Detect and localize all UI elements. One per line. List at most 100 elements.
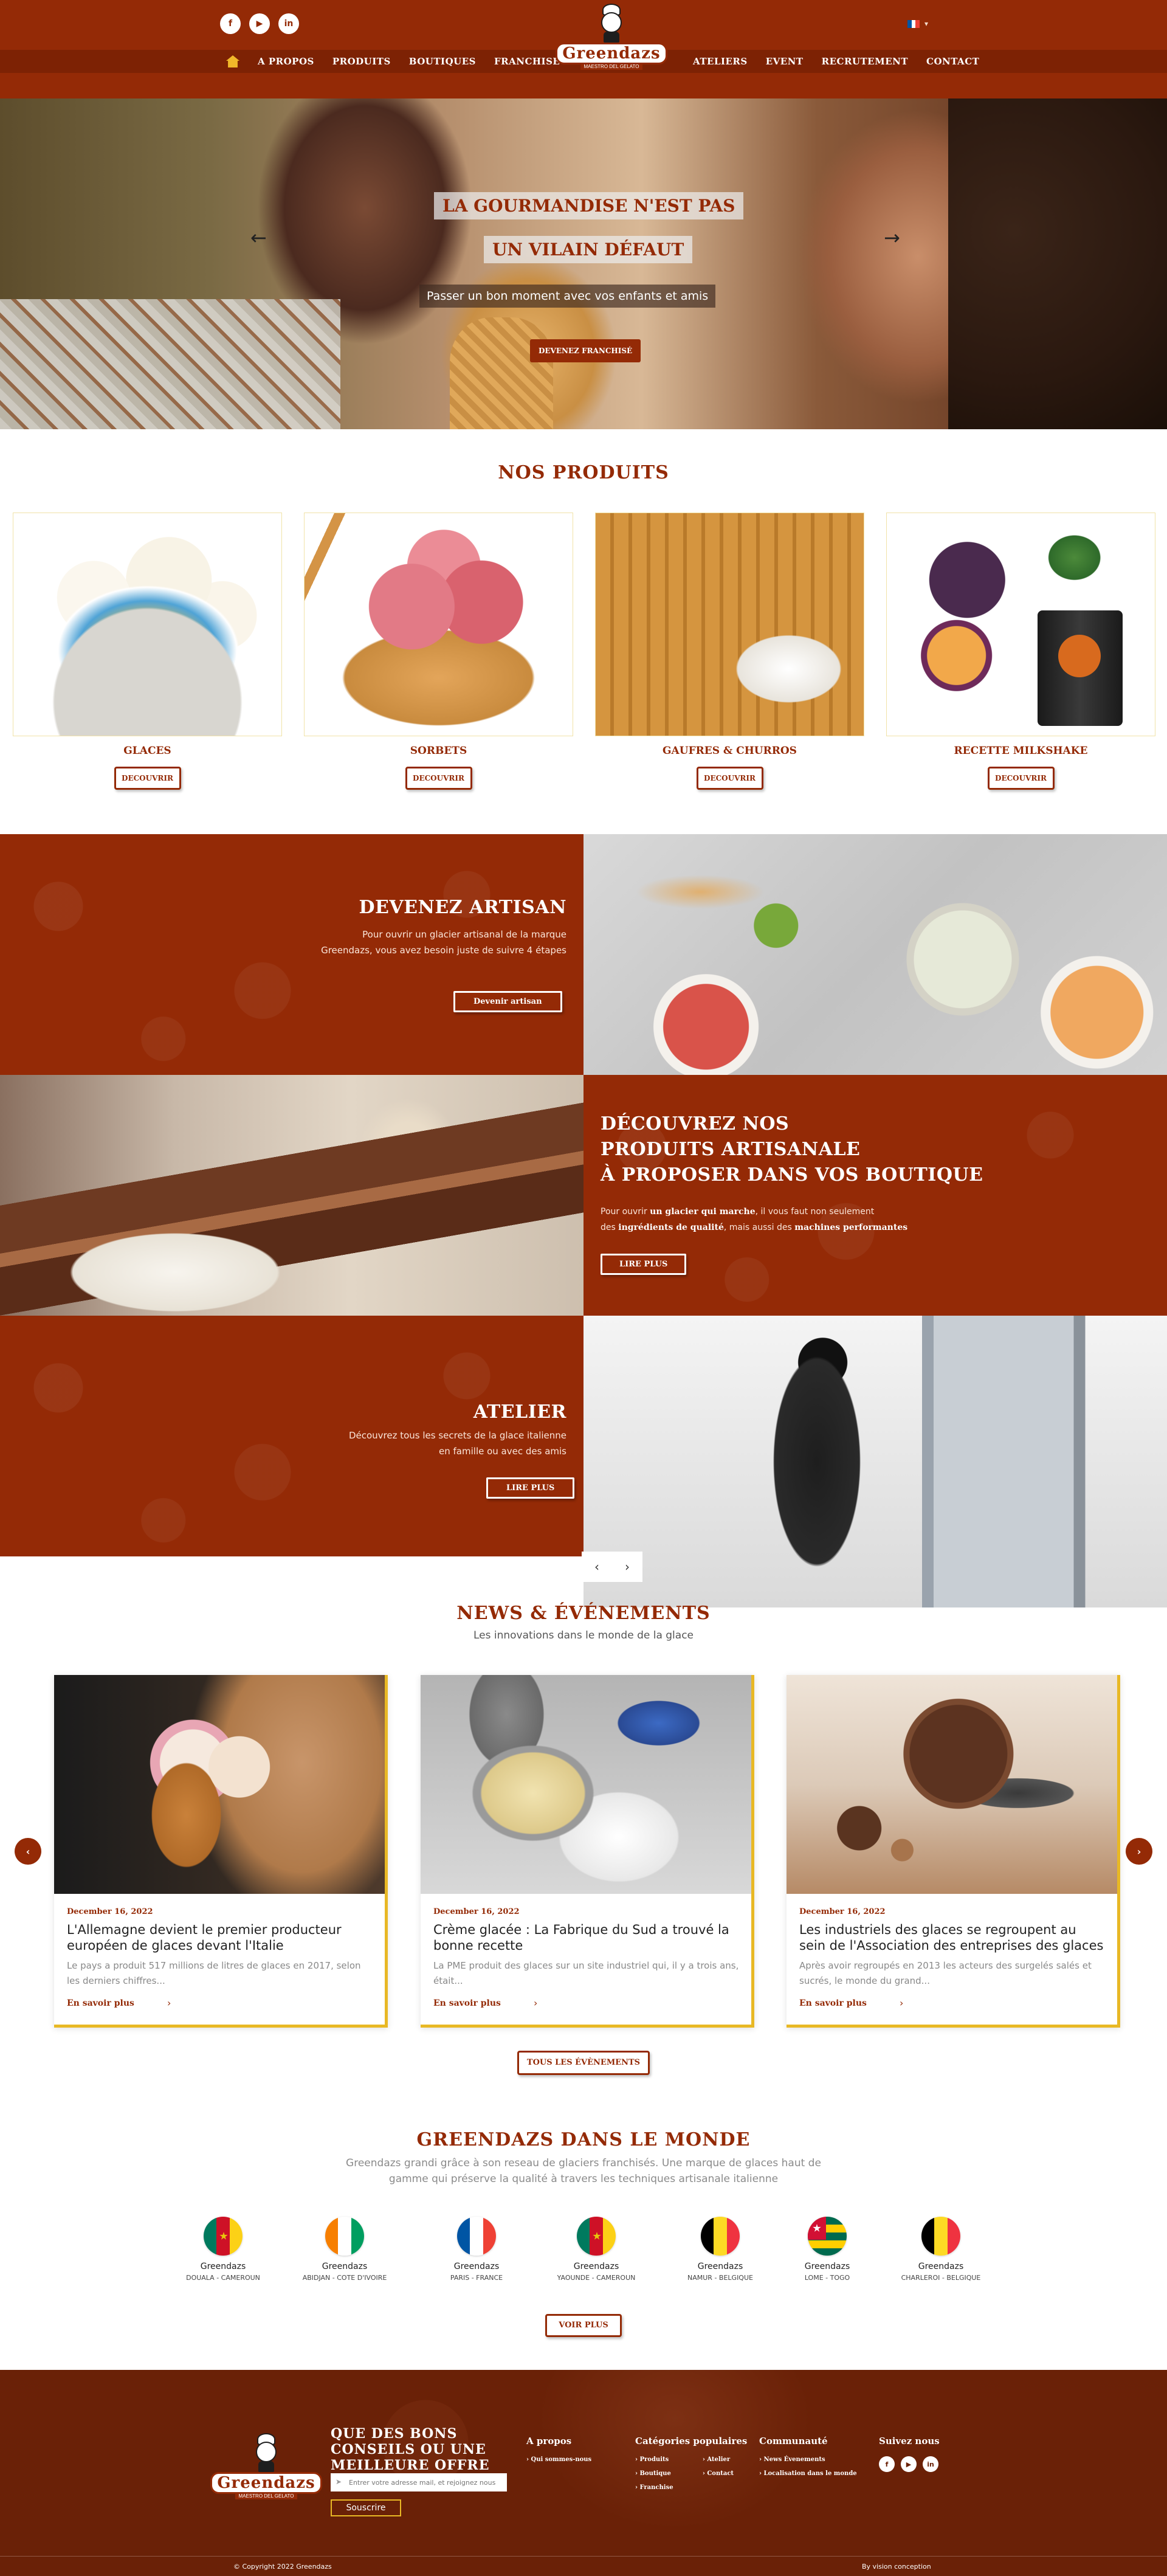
language-selector[interactable]: ▾ xyxy=(907,19,928,28)
linkedin-icon[interactable]: in xyxy=(923,2456,938,2472)
location-place: LOME - TOGO xyxy=(804,2274,850,2282)
credits-link[interactable]: By vision conception xyxy=(862,2563,931,2571)
news-card-title[interactable]: Les industriels des glaces se regroupent… xyxy=(799,1922,1106,1953)
nav-item-a-propos[interactable]: A PROPOS xyxy=(258,56,314,67)
subscribe-button[interactable]: Souscrire xyxy=(331,2499,401,2516)
footer-link-news[interactable]: News Évenements xyxy=(759,2456,857,2463)
slider-prev-button[interactable]: ‹ xyxy=(582,1552,612,1582)
product-image-glaces[interactable] xyxy=(13,513,282,736)
location-name: Greendazs xyxy=(453,2262,500,2271)
read-more-link[interactable]: En savoir plus xyxy=(433,1998,501,2008)
news-excerpt: Après avoir regroupés en 2013 les acteur… xyxy=(799,1960,1092,1986)
footer-col-follow: Suivez nous f ▶ in xyxy=(879,2436,940,2472)
footer-social-links: f ▶ in xyxy=(879,2456,940,2472)
location-place: YAOUNDE - CAMEROUN xyxy=(557,2274,636,2282)
hero-next-arrow[interactable]: → xyxy=(884,226,900,249)
news-image xyxy=(787,1675,1117,1894)
become-franchisee-button[interactable]: DEVENEZ FRANCHISÉ xyxy=(530,339,641,362)
product-image-sorbets[interactable] xyxy=(304,513,573,736)
footer-col-categories: Catégories populaires Produits Atelier B… xyxy=(635,2436,747,2491)
footer-link-contact[interactable]: Contact xyxy=(703,2470,747,2477)
chevron-right-icon[interactable]: › xyxy=(900,1997,903,2009)
product-name: GAUFRES & CHURROS xyxy=(663,745,797,757)
footer-link-boutique[interactable]: Boutique xyxy=(635,2470,687,2477)
newsletter-email-input[interactable] xyxy=(331,2473,507,2491)
nav-item-contact[interactable]: CONTACT xyxy=(926,56,979,67)
hero-prev-arrow[interactable]: ← xyxy=(250,226,267,249)
footer-links: News Évenements Localisation dans le mon… xyxy=(759,2456,857,2477)
all-events-button[interactable]: TOUS LES ÉVÈNEMENTS xyxy=(517,2051,650,2075)
product-name: RECETTE MILKSHAKE xyxy=(954,745,1088,757)
chevron-right-icon[interactable]: › xyxy=(534,1997,537,2009)
nav-item-recrutement[interactable]: RECRUTEMENT xyxy=(822,56,908,67)
news-card-title[interactable]: Crème glacée : La Fabrique du Sud a trou… xyxy=(433,1922,740,1953)
location-paris[interactable]: Greendazs PARIS - FRANCE xyxy=(425,2217,528,2282)
nav-item-franchise[interactable]: FRANCHISE xyxy=(494,56,560,67)
nav-item-event[interactable]: EVENT xyxy=(766,56,804,67)
artisan-section: DEVENEZ ARTISAN Pour ouvrir un glacier a… xyxy=(0,834,584,1075)
footer-col-title: Suivez nous xyxy=(879,2436,940,2447)
read-more-link[interactable]: En savoir plus xyxy=(799,1998,867,2008)
footer-link-qui-sommes-nous[interactable]: Qui sommes-nous xyxy=(526,2456,591,2463)
linkedin-icon[interactable]: in xyxy=(278,13,299,34)
footer-logo[interactable]: Greendazs MAESTRO DEL GELATO xyxy=(210,2433,322,2506)
product-card: SORBETS DECOUVRIR xyxy=(304,513,573,790)
news-card[interactable]: December 16, 2022 Les industriels des gl… xyxy=(787,1675,1120,2028)
artisan-text-line1: Pour ouvrir un glacier artisanal de la m… xyxy=(362,929,566,940)
news-next-button[interactable]: › xyxy=(1126,1838,1152,1865)
hero-subtitle: Passer un bon moment avec vos enfants et… xyxy=(419,285,716,308)
chevron-right-icon[interactable]: › xyxy=(167,1997,171,2009)
france-flag-icon xyxy=(907,19,920,28)
slider-next-button[interactable]: › xyxy=(612,1552,642,1582)
hero-photo-girl xyxy=(948,98,1167,429)
news-card[interactable]: December 16, 2022 Crème glacée : La Fabr… xyxy=(421,1675,754,2028)
discover-text: Pour ouvrir un glacier qui marche, il vo… xyxy=(601,1204,907,1235)
cake-photo xyxy=(0,1075,584,1316)
atelier-read-more-button[interactable]: LIRE PLUS xyxy=(486,1477,575,1499)
facebook-icon[interactable]: f xyxy=(220,13,241,34)
discover-title-line2: PRODUITS ARTISANALE xyxy=(601,1139,861,1160)
youtube-icon[interactable]: ▶ xyxy=(901,2456,917,2472)
facebook-icon[interactable]: f xyxy=(879,2456,895,2472)
discover-button[interactable]: DECOUVRIR xyxy=(696,767,763,790)
footer-background xyxy=(0,2370,1167,2576)
product-name: GLACES xyxy=(123,745,171,757)
footer-links: Produits Atelier Boutique Contact Franch… xyxy=(635,2456,747,2491)
world-text-line2: gamme qui préserve la qualité à travers … xyxy=(388,2173,779,2185)
nav-item-produits[interactable]: PRODUITS xyxy=(332,56,391,67)
location-yaounde[interactable]: Greendazs YAOUNDE - CAMEROUN xyxy=(545,2217,648,2282)
discover-button[interactable]: DECOUVRIR xyxy=(405,767,472,790)
read-more-button[interactable]: LIRE PLUS xyxy=(601,1254,687,1275)
youtube-icon[interactable]: ▶ xyxy=(249,13,270,34)
location-namur[interactable]: Greendazs NAMUR - BELGIQUE xyxy=(669,2217,772,2282)
newsletter-headline-line1: QUE DES BONS xyxy=(331,2426,458,2442)
location-lome[interactable]: Greendazs LOME - TOGO xyxy=(776,2217,879,2282)
footer-link-atelier[interactable]: Atelier xyxy=(703,2456,747,2463)
nav-item-boutiques[interactable]: BOUTIQUES xyxy=(409,56,476,67)
footer-link-produits[interactable]: Produits xyxy=(635,2456,687,2463)
product-image-gaufres[interactable] xyxy=(595,513,864,736)
read-more-link[interactable]: En savoir plus xyxy=(67,1998,134,2008)
news-prev-button[interactable]: ‹ xyxy=(15,1838,41,1865)
cameroon-flag-icon xyxy=(577,2217,616,2256)
discover-button[interactable]: DECOUVRIR xyxy=(114,767,181,790)
togo-flag-icon xyxy=(808,2217,847,2256)
location-abidjan[interactable]: Greendazs ABIDJAN - COTE D'IVOIRE xyxy=(293,2217,396,2282)
location-name: Greendazs xyxy=(573,2262,619,2271)
discover-button[interactable]: DECOUVRIR xyxy=(987,767,1055,790)
cameroon-flag-icon xyxy=(204,2217,243,2256)
site-logo[interactable]: Greendazs MAESTRO DEL GELATO xyxy=(556,4,667,77)
become-artisan-button[interactable]: Devenir artisan xyxy=(453,991,562,1012)
news-card[interactable]: December 16, 2022 L'Allemagne devient le… xyxy=(54,1675,388,2028)
footer-link-localisation[interactable]: Localisation dans le monde xyxy=(759,2470,856,2477)
see-more-button[interactable]: VOIR PLUS xyxy=(545,2314,622,2337)
atelier-text: Découvrez tous les secrets de la glace i… xyxy=(349,1428,566,1459)
location-charleroi[interactable]: Greendazs CHARLEROI - BELGIQUE xyxy=(889,2217,993,2282)
footer-link-franchise[interactable]: Franchise xyxy=(635,2484,687,2491)
news-card-title[interactable]: L'Allemagne devient le premier producteu… xyxy=(67,1922,374,1953)
nav-item-ateliers[interactable]: ATELIERS xyxy=(693,56,748,67)
product-image-milkshake[interactable] xyxy=(886,513,1155,736)
location-douala[interactable]: Greendazs DOUALA - CAMEROUN xyxy=(171,2217,275,2282)
home-icon[interactable] xyxy=(226,55,239,67)
france-flag-icon xyxy=(457,2217,496,2256)
